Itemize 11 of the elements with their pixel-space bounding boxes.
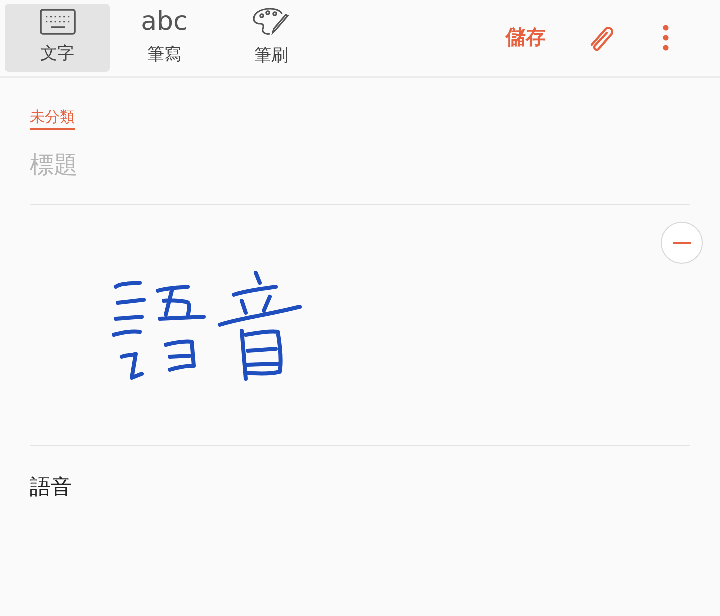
recognized-text: 語音 (30, 475, 73, 501)
palette-icon (252, 7, 292, 38)
minus-icon (673, 242, 691, 244)
abc-icon: abc (141, 8, 188, 36)
remove-button[interactable] (661, 222, 703, 264)
mode-tab[interactable]: abc 筆寫 (112, 4, 217, 72)
mode-tab[interactable]: 筆刷 (219, 4, 324, 72)
title-field[interactable]: 標題 (30, 148, 690, 184)
mode-tab[interactable]: 文字 (5, 4, 110, 72)
keyboard-icon (40, 9, 76, 36)
more-options-icon[interactable] (662, 24, 670, 52)
